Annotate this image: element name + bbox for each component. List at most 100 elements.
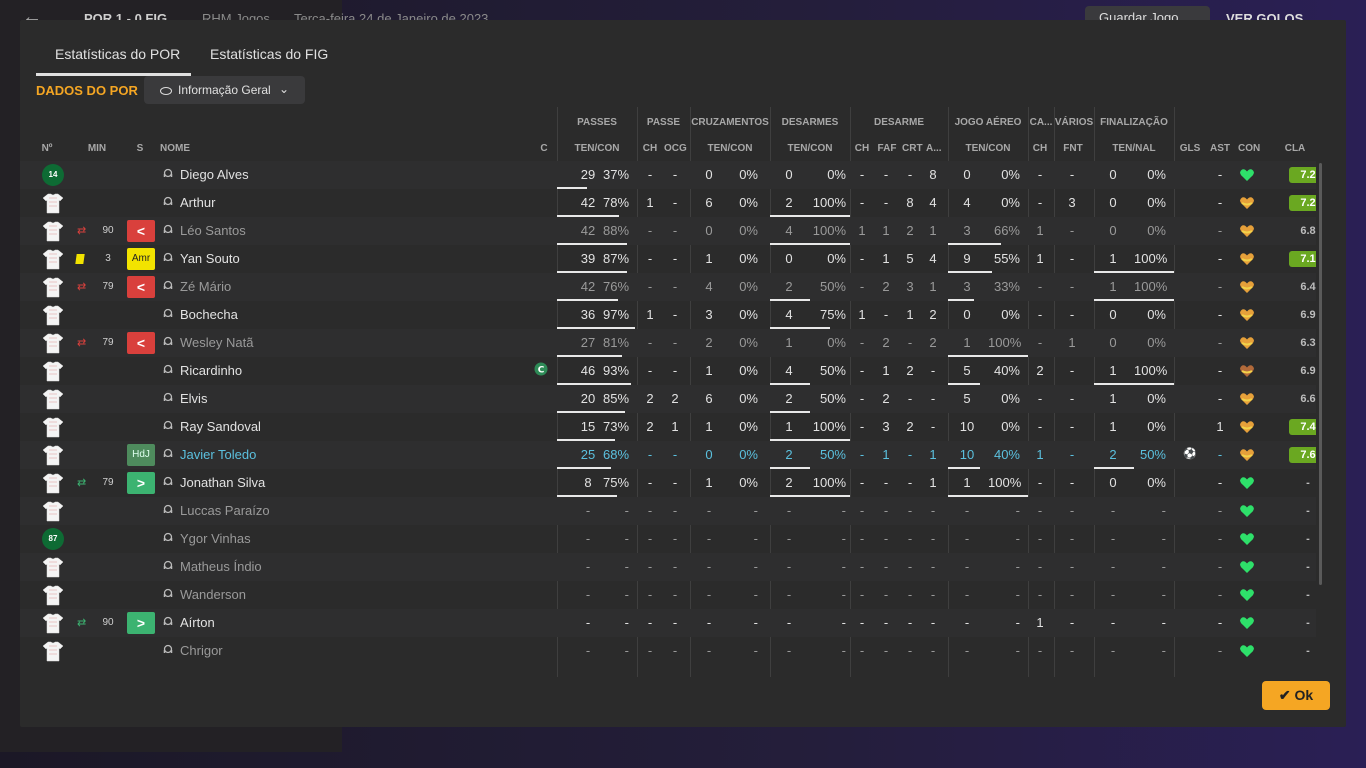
table-row[interactable]: ⇄ 79 < Zé Mário 42 76% - -4 0% 2 50% -2 3 1 3 33% - -1 100… — [20, 273, 1316, 301]
group-header: CA... — [1029, 117, 1053, 128]
table-row[interactable]: 87 Ygor Vinhas - - - - - - - - - - - - - - - - - - - - — [20, 525, 1316, 553]
group-header: JOGO AÉREO — [954, 117, 1022, 128]
table-row[interactable]: ⇄ 79 < Wesley Natã 27 81% - -2 0% 1 0% -2-2 1 100% -1 0… — [20, 329, 1316, 357]
scrollbar[interactable] — [1319, 163, 1322, 585]
table-row[interactable]: Arthur 42 78% 1-6 0% 2 100% - -8 4 4 0% -3 0 0% -7.2 — [20, 189, 1316, 217]
stat-value: - — [1069, 531, 1075, 546]
table-row[interactable]: ⇄ 90 > Aírton - - - - - - - - - - - - - -1- - - - - — [20, 609, 1316, 637]
table-row[interactable]: Chrigor - - - - - - - - - - - - - - - - - - - - — [20, 637, 1316, 665]
table-row[interactable]: Bochecha 36 97% 1-3 0% 4 75% 1-1 2 0 0% - -0 0% -6.9 — [20, 301, 1316, 329]
column-header[interactable]: TEN/CON — [690, 143, 770, 154]
stat-value: 37% — [603, 167, 630, 182]
column-header[interactable]: Nº — [38, 143, 56, 154]
column-header[interactable]: CRT — [902, 143, 923, 154]
table-row[interactable]: 3 Amr Yan Souto 39 87% - -1 0% 0 0% -1 5 4 9 55% 1-1 100… — [20, 245, 1316, 273]
column-header[interactable]: MIN — [78, 143, 116, 154]
table-row[interactable]: ⇄ 79 > Jonathan Silva 8 75% - -1 0% 2 100% - - -1 1 100… — [20, 469, 1316, 497]
tab-label: Estatísticas do POR — [55, 46, 181, 62]
tab-fig-stats[interactable]: Estatísticas do FIG — [210, 46, 350, 76]
player-name[interactable]: Wesley Natã — [180, 335, 253, 350]
column-header[interactable]: C — [538, 143, 550, 154]
column-header[interactable]: FNT — [1060, 143, 1086, 154]
table-row[interactable]: HdJ Javier Toledo 25 68% - -0 0% 2 50% -1-1 10 40% 1… — [20, 441, 1316, 469]
stat-value: 0% — [1147, 391, 1166, 406]
minutes: 90 — [102, 617, 114, 628]
stat-value: 0 — [1109, 475, 1117, 490]
column-header[interactable]: A... — [926, 143, 942, 154]
column-header[interactable]: OCG — [664, 143, 687, 154]
stat-value: - — [883, 475, 889, 490]
stat-value: - — [883, 643, 889, 658]
stat-value: - — [907, 615, 913, 630]
table-row[interactable]: Wanderson - - - - - - - - - - - - - - - - - - - - — [20, 581, 1316, 609]
stat-value: 8 — [929, 167, 937, 182]
column-header[interactable]: CH — [1032, 143, 1048, 154]
stat-value: - — [672, 475, 678, 490]
stat-value: - — [1110, 559, 1116, 574]
player-head-icon — [163, 420, 173, 432]
table-row[interactable]: Luccas Paraízo - - - - - - - - - - - - - - - - - - - - — [20, 497, 1316, 525]
stat-value: - — [647, 447, 653, 462]
column-header[interactable]: TEN/CON — [770, 143, 850, 154]
tab-label: Estatísticas do FIG — [210, 46, 329, 62]
column-header[interactable]: CLA — [1280, 143, 1310, 154]
player-name[interactable]: Ricardinho — [180, 363, 242, 378]
column-header[interactable]: TEN/NAL — [1094, 143, 1174, 154]
stat-value: 3 — [963, 223, 971, 238]
player-head-icon — [163, 448, 173, 460]
column-header[interactable]: TEN/CON — [948, 143, 1028, 154]
player-name[interactable]: Yan Souto — [180, 251, 240, 266]
player-name[interactable]: Javier Toledo — [180, 447, 256, 462]
table-row[interactable]: Ray Sandoval 15 73% 2 1 1 0% 1 100% -3 2-10 0% - -1 0%… — [20, 413, 1316, 441]
player-head-icon — [163, 532, 173, 544]
column-header[interactable]: FAF — [876, 143, 898, 154]
player-name[interactable]: Léo Santos — [180, 223, 246, 238]
player-name[interactable]: Arthur — [180, 195, 215, 210]
stat-value: - — [930, 363, 936, 378]
column-header[interactable]: CH — [854, 143, 870, 154]
tab-por-stats[interactable]: Estatísticas do POR — [36, 46, 191, 76]
condition-heart-icon — [1239, 587, 1255, 603]
stat-value: - — [907, 447, 913, 462]
table-row[interactable]: Elvis 20 85% 2 2 6 0% 2 50% -2- -5 0% - -1 0% -6.6 — [20, 385, 1316, 413]
player-name[interactable]: Ygor Vinhas — [180, 531, 251, 546]
stat-value: - — [672, 167, 678, 182]
stat-value: - — [859, 335, 865, 350]
status-badge: < — [127, 276, 155, 298]
player-name[interactable]: Bochecha — [180, 307, 238, 322]
player-name[interactable]: Diego Alves — [180, 167, 249, 182]
player-name[interactable]: Ray Sandoval — [180, 419, 261, 434]
stat-value: - — [1110, 615, 1116, 630]
player-name[interactable]: Elvis — [180, 391, 207, 406]
column-header[interactable]: CON — [1238, 143, 1260, 154]
stat-value: - — [672, 559, 678, 574]
player-name[interactable]: Aírton — [180, 615, 215, 630]
player-name[interactable]: Luccas Paraízo — [180, 503, 270, 518]
column-header[interactable]: NOME — [160, 143, 220, 154]
table-row[interactable]: 14 Diego Alves 29 37% - -0 0% 0 0% - - -8 0 0% - -0 0% -7… — [20, 161, 1316, 189]
player-name[interactable]: Chrigor — [180, 643, 223, 658]
column-header[interactable]: S — [132, 143, 148, 154]
ok-button[interactable]: ✔ Ok — [1262, 681, 1330, 710]
column-header[interactable]: TEN/CON — [557, 143, 637, 154]
column-header[interactable]: CH — [642, 143, 658, 154]
section-title: DADOS DO POR — [36, 83, 138, 98]
column-header[interactable]: GLS — [1178, 143, 1202, 154]
stat-value: - — [672, 307, 678, 322]
table-row[interactable]: Matheus Índio - - - - - - - - - - - - - - - - - - - - — [20, 553, 1316, 581]
stat-value: 39 — [580, 251, 596, 266]
stat-value: - — [1037, 335, 1043, 350]
table-row[interactable]: Ricardinho C 46 93% - -1 0% 4 50% -1 2-5 40% 2-1 100%… — [20, 357, 1316, 385]
stat-value: 1 — [882, 251, 890, 266]
view-dropdown[interactable]: Informação Geral ⌄ — [144, 76, 305, 104]
table-row[interactable]: ⇄ 90 < Léo Santos 42 88% - -0 0% 4 100% 1 1 2 1 3 66% 1-0… — [20, 217, 1316, 245]
player-name[interactable]: Matheus Índio — [180, 559, 262, 574]
player-name[interactable]: Jonathan Silva — [180, 475, 265, 490]
condition-heart-icon — [1239, 419, 1255, 435]
stat-value: - — [1037, 279, 1043, 294]
stats-modal: Estatísticas do POR Estatísticas do FIG … — [20, 20, 1346, 727]
column-header[interactable]: AST — [1210, 143, 1230, 154]
stat-value: - — [647, 503, 653, 518]
player-name[interactable]: Wanderson — [180, 587, 246, 602]
player-name[interactable]: Zé Mário — [180, 279, 231, 294]
